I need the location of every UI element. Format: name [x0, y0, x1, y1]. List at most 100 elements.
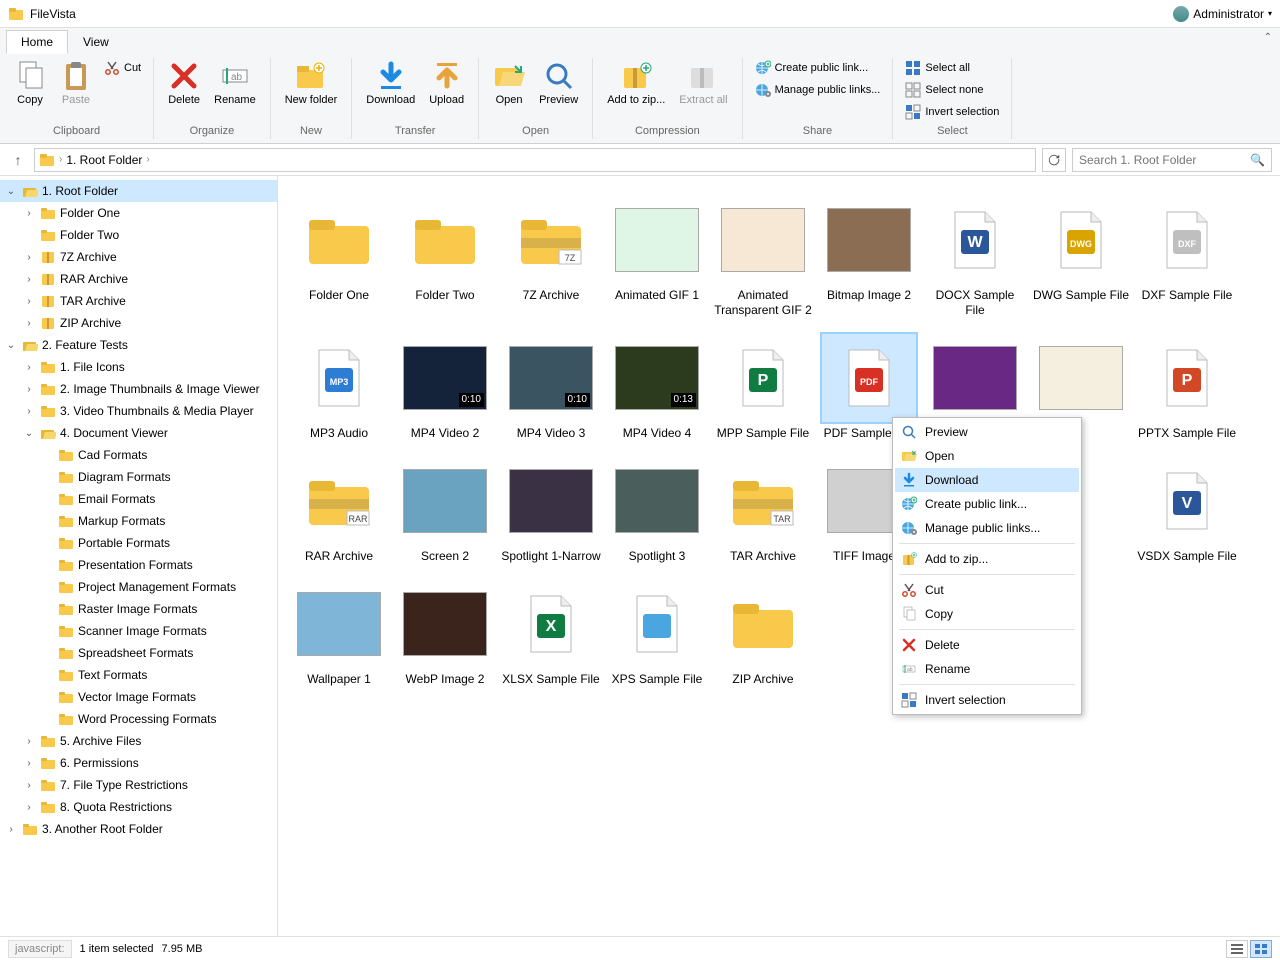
- tree-expander-icon[interactable]: ›: [22, 296, 36, 307]
- tree-expander-icon[interactable]: ⌄: [4, 340, 18, 351]
- file-item[interactable]: VVSDX Sample File: [1134, 451, 1240, 570]
- tree-node[interactable]: ›5. Archive Files: [0, 730, 277, 752]
- file-item[interactable]: Wallpaper 1: [286, 574, 392, 693]
- file-item[interactable]: DWGDWG Sample File: [1028, 190, 1134, 324]
- file-item[interactable]: TARTAR Archive: [710, 451, 816, 570]
- tree-expander-icon[interactable]: ›: [4, 824, 18, 835]
- tree-node[interactable]: Word Processing Formats: [0, 708, 277, 730]
- newfolder-button[interactable]: New folder: [279, 58, 344, 109]
- context-menu-item[interactable]: abRename: [895, 657, 1079, 681]
- file-item[interactable]: Folder Two: [392, 190, 498, 324]
- file-item[interactable]: Bitmap Image 2: [816, 190, 922, 324]
- file-item[interactable]: DXFDXF Sample File: [1134, 190, 1240, 324]
- tree-node[interactable]: ⌄2. Feature Tests: [0, 334, 277, 356]
- tree-expander-icon[interactable]: ›: [22, 406, 36, 417]
- tree-node[interactable]: Text Formats: [0, 664, 277, 686]
- managepublic-button[interactable]: Manage public links...: [751, 80, 885, 100]
- tree-node[interactable]: ⌄4. Document Viewer: [0, 422, 277, 444]
- tree-expander-icon[interactable]: ›: [22, 252, 36, 263]
- tree-node[interactable]: ›2. Image Thumbnails & Image Viewer: [0, 378, 277, 400]
- file-item[interactable]: Spotlight 3: [604, 451, 710, 570]
- selinv-button[interactable]: Invert selection: [901, 102, 1003, 122]
- tree-node[interactable]: ⌄1. Root Folder: [0, 180, 277, 202]
- tree-node[interactable]: Folder Two: [0, 224, 277, 246]
- copy-button[interactable]: Copy: [8, 58, 52, 109]
- search-icon[interactable]: 🔍: [1250, 153, 1265, 167]
- ribbon-collapse-icon[interactable]: ⌃: [1264, 32, 1272, 43]
- file-item[interactable]: Folder One: [286, 190, 392, 324]
- tree-expander-icon[interactable]: ›: [22, 736, 36, 747]
- tree-node[interactable]: ›8. Quota Restrictions: [0, 796, 277, 818]
- file-list[interactable]: Folder OneFolder Two7Z7Z ArchiveAnimated…: [278, 176, 1280, 936]
- tree-node[interactable]: ›7Z Archive: [0, 246, 277, 268]
- open-button[interactable]: Open: [487, 58, 531, 109]
- tree-expander-icon[interactable]: ›: [22, 780, 36, 791]
- file-item[interactable]: Spotlight 1-Narrow: [498, 451, 604, 570]
- view-thumbnails-button[interactable]: [1250, 940, 1272, 958]
- tree-node[interactable]: ›ZIP Archive: [0, 312, 277, 334]
- context-menu-item[interactable]: Open: [895, 444, 1079, 468]
- upload-button[interactable]: Upload: [423, 58, 470, 109]
- context-menu-item[interactable]: Copy: [895, 602, 1079, 626]
- tree-node[interactable]: Scanner Image Formats: [0, 620, 277, 642]
- tree-node[interactable]: ›Folder One: [0, 202, 277, 224]
- tree-expander-icon[interactable]: ⌄: [22, 428, 36, 439]
- context-menu-item[interactable]: Invert selection: [895, 688, 1079, 712]
- file-item[interactable]: MP3MP3 Audio: [286, 328, 392, 447]
- tree-node[interactable]: Markup Formats: [0, 510, 277, 532]
- file-item[interactable]: 7Z7Z Archive: [498, 190, 604, 324]
- up-button[interactable]: ↑: [8, 150, 28, 170]
- tab-view[interactable]: View: [68, 30, 124, 54]
- tree-expander-icon[interactable]: ›: [22, 362, 36, 373]
- refresh-button[interactable]: [1042, 148, 1066, 172]
- file-item[interactable]: XPS Sample File: [604, 574, 710, 693]
- file-item[interactable]: WDOCX Sample File: [922, 190, 1028, 324]
- view-details-button[interactable]: [1226, 940, 1248, 958]
- file-item[interactable]: Animated GIF 1: [604, 190, 710, 324]
- context-menu-item[interactable]: Preview: [895, 420, 1079, 444]
- file-item[interactable]: PPPTX Sample File: [1134, 328, 1240, 447]
- tree-expander-icon[interactable]: ›: [22, 318, 36, 329]
- file-item[interactable]: PMPP Sample File: [710, 328, 816, 447]
- tree-expander-icon[interactable]: ›: [22, 802, 36, 813]
- tree-node[interactable]: Vector Image Formats: [0, 686, 277, 708]
- addzip-button[interactable]: Add to zip...: [601, 58, 671, 109]
- context-menu-item[interactable]: Add to zip...: [895, 547, 1079, 571]
- breadcrumb[interactable]: › 1. Root Folder ›: [34, 148, 1036, 172]
- tree-expander-icon[interactable]: ⌄: [4, 186, 18, 197]
- context-menu-item[interactable]: Cut: [895, 578, 1079, 602]
- context-menu-item[interactable]: Delete: [895, 633, 1079, 657]
- preview-button[interactable]: Preview: [533, 58, 584, 109]
- folder-tree[interactable]: ⌄1. Root Folder›Folder OneFolder Two›7Z …: [0, 176, 278, 936]
- file-item[interactable]: WebP Image 2: [392, 574, 498, 693]
- file-item[interactable]: Animated Transparent GIF 2: [710, 190, 816, 324]
- file-item[interactable]: ZIP Archive: [710, 574, 816, 693]
- breadcrumb-segment[interactable]: 1. Root Folder: [66, 153, 142, 167]
- createpublic-button[interactable]: Create public link...: [751, 58, 885, 78]
- tab-home[interactable]: Home: [6, 30, 68, 54]
- search-input[interactable]: [1079, 153, 1250, 167]
- tree-node[interactable]: Cad Formats: [0, 444, 277, 466]
- tree-node[interactable]: ›3. Another Root Folder: [0, 818, 277, 840]
- file-item[interactable]: XXLSX Sample File: [498, 574, 604, 693]
- tree-node[interactable]: Spreadsheet Formats: [0, 642, 277, 664]
- tree-node[interactable]: Diagram Formats: [0, 466, 277, 488]
- context-menu-item[interactable]: Download: [895, 468, 1079, 492]
- context-menu[interactable]: PreviewOpenDownloadCreate public link...…: [892, 417, 1082, 715]
- tree-expander-icon[interactable]: ›: [22, 274, 36, 285]
- selnone-button[interactable]: Select none: [901, 80, 1003, 100]
- user-menu[interactable]: Administrator ▾: [1173, 6, 1272, 22]
- context-menu-item[interactable]: Create public link...: [895, 492, 1079, 516]
- file-item[interactable]: RARRAR Archive: [286, 451, 392, 570]
- file-item[interactable]: 0:13MP4 Video 4: [604, 328, 710, 447]
- selall-button[interactable]: Select all: [901, 58, 1003, 78]
- download-button[interactable]: Download: [360, 58, 421, 109]
- tree-node[interactable]: Portable Formats: [0, 532, 277, 554]
- tree-node[interactable]: Presentation Formats: [0, 554, 277, 576]
- tree-node[interactable]: Email Formats: [0, 488, 277, 510]
- tree-expander-icon[interactable]: ›: [22, 384, 36, 395]
- tree-node[interactable]: ›7. File Type Restrictions: [0, 774, 277, 796]
- file-item[interactable]: 0:10MP4 Video 2: [392, 328, 498, 447]
- tree-node[interactable]: ›1. File Icons: [0, 356, 277, 378]
- tree-node[interactable]: ›3. Video Thumbnails & Media Player: [0, 400, 277, 422]
